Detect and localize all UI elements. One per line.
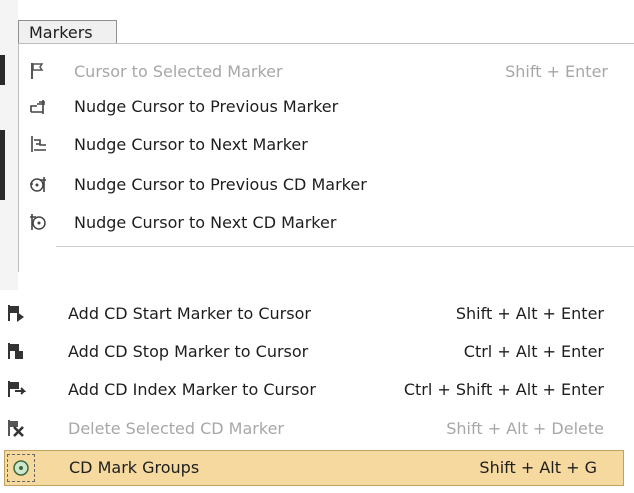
menu-item-cursor-to-selected-marker[interactable]: Cursor to Selected Marker Shift + Enter xyxy=(18,54,634,90)
flag-cursor-icon xyxy=(31,63,44,79)
nudge-previous-cd-marker-icon xyxy=(30,177,46,192)
menu-item-shortcut: Shift + Alt + G xyxy=(479,458,597,477)
menu-item-nudge-previous-marker[interactable]: Nudge Cursor to Previous Marker xyxy=(18,89,634,125)
menu-item-label: Add CD Index Marker to Cursor xyxy=(68,380,316,399)
menu-item-shortcut: Ctrl + Alt + Enter xyxy=(463,342,604,361)
menu-item-add-cd-start-marker[interactable]: Add CD Start Marker to Cursor Shift + Al… xyxy=(8,296,634,332)
menu-item-delete-selected-cd-marker[interactable]: Delete Selected CD Marker Shift + Alt + … xyxy=(8,411,634,447)
backdrop-edge xyxy=(0,55,5,85)
cd-stop-marker-icon xyxy=(8,343,23,359)
menu-item-label: Nudge Cursor to Previous Marker xyxy=(74,97,339,116)
menu-item-label: Cursor to Selected Marker xyxy=(74,62,283,81)
backdrop-edge xyxy=(0,130,5,200)
menu-item-label: Add CD Start Marker to Cursor xyxy=(68,304,311,323)
nudge-previous-marker-icon xyxy=(30,100,45,114)
menu-item-shortcut: Ctrl + Shift + Alt + Enter xyxy=(403,380,604,399)
menu-item-nudge-previous-cd-marker[interactable]: Nudge Cursor to Previous CD Marker xyxy=(18,167,634,203)
menu-item-label: Nudge Cursor to Next CD Marker xyxy=(74,213,337,232)
nudge-next-marker-icon xyxy=(31,136,46,152)
menu-item-label: Nudge Cursor to Next Marker xyxy=(74,135,308,154)
cd-start-marker-icon xyxy=(8,305,24,322)
menu-item-label: CD Mark Groups xyxy=(69,458,200,477)
nudge-next-cd-marker-icon xyxy=(30,214,46,230)
menu-item-label: Add CD Stop Marker to Cursor xyxy=(68,342,309,361)
menu-item-add-cd-index-marker[interactable]: Add CD Index Marker to Cursor Ctrl + Shi… xyxy=(8,372,634,408)
menu-item-shortcut: Shift + Enter xyxy=(505,62,608,81)
menu-item-shortcut: Shift + Alt + Enter xyxy=(455,304,604,323)
menu-item-nudge-next-marker[interactable]: Nudge Cursor to Next Marker xyxy=(18,127,634,163)
menu-title-markers[interactable]: Markers xyxy=(18,20,117,44)
cd-index-marker-icon xyxy=(8,381,26,397)
menu-item-cd-mark-groups[interactable]: CD Mark Groups Shift + Alt + G xyxy=(4,450,624,486)
menu-item-label: Delete Selected CD Marker xyxy=(68,419,284,438)
icon-frame xyxy=(7,454,35,482)
delete-cd-marker-icon xyxy=(8,420,24,437)
menu-item-label: Nudge Cursor to Previous CD Marker xyxy=(74,175,367,194)
cd-mark-groups-icon xyxy=(13,460,29,476)
menu-item-add-cd-stop-marker[interactable]: Add CD Stop Marker to Cursor Ctrl + Alt … xyxy=(8,334,634,370)
menu-separator xyxy=(56,246,634,247)
menu-item-nudge-next-cd-marker[interactable]: Nudge Cursor to Next CD Marker xyxy=(18,205,634,241)
menu-item-shortcut: Shift + Alt + Delete xyxy=(446,419,604,438)
